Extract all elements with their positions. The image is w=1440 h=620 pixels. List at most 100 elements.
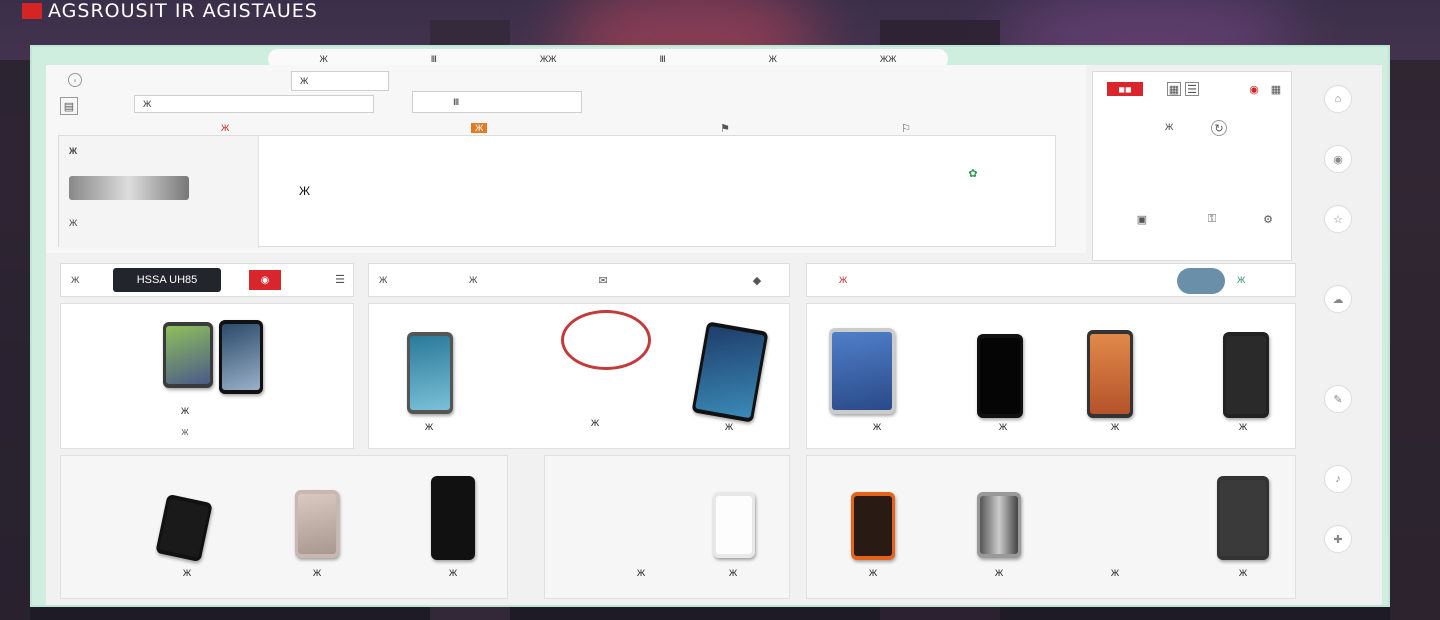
product-image — [219, 320, 263, 394]
top-nav-item[interactable]: Ⅲ — [431, 54, 437, 65]
toolbar-left-label: Ж — [71, 275, 80, 285]
hero-thumb-caption: Ж — [69, 218, 78, 228]
rail-tag-icon[interactable]: ✚ — [1324, 525, 1352, 553]
refresh-icon[interactable]: ↻ — [1211, 120, 1227, 136]
product-card[interactable]: Ж Ж Ж Ж — [806, 455, 1296, 599]
right-detail-panel: ◼◼ ▦ ☰ ◉ ▦ Ж ↻ ▣ ⚿ ⚙ — [1092, 71, 1292, 261]
product-card[interactable]: Ж Ж Ж — [60, 455, 508, 599]
rail-pin-icon[interactable]: ✎ — [1324, 385, 1352, 413]
product-caption: Ж — [1238, 568, 1248, 578]
product-caption: Ж — [590, 418, 600, 428]
right-panel-label: Ж — [1165, 122, 1174, 132]
rail-user-icon[interactable]: ◉ — [1324, 145, 1352, 173]
top-nav-item[interactable]: Ⅲ — [659, 54, 665, 65]
promo-ring — [561, 310, 651, 370]
product-image — [829, 328, 895, 414]
search-input[interactable]: Ж — [291, 71, 389, 91]
app-title: AGSROUSIT IR AGISTAUES — [22, 0, 318, 22]
app-title-text: AGSROUSIT IR AGISTAUES — [48, 0, 318, 22]
toolbar-mid: Ж Ж ✉ ◆ — [368, 263, 790, 297]
share-icon[interactable]: ◉ — [1247, 82, 1261, 96]
product-caption: Ж — [312, 568, 322, 578]
leaf-icon: ✿ — [968, 167, 978, 180]
list-icon[interactable]: ☰ — [1185, 82, 1199, 96]
toolbar-red-icon[interactable]: ◉ — [249, 270, 281, 290]
filter-panel: ◦ Ж ▤ Ж Ⅲ Ж Ж ⚑ ⚐ Ж Ж Ж ✿ — [46, 65, 1086, 253]
product-card[interactable]: Ж Ж Ж — [368, 303, 790, 449]
product-image — [1087, 330, 1133, 418]
top-nav-item[interactable]: ЖЖ — [540, 54, 557, 64]
product-image — [1217, 476, 1269, 560]
product-caption: Ж — [448, 568, 458, 578]
product-image — [407, 332, 453, 414]
lock-icon: ⚿ — [1207, 212, 1217, 225]
product-caption: Ж — [1110, 568, 1120, 578]
product-image — [851, 492, 895, 560]
product-caption: Ж — [724, 422, 734, 432]
hero-thumbnail[interactable] — [69, 176, 189, 200]
product-card[interactable]: Ж Ж — [60, 303, 354, 449]
product-caption: Ж — [636, 568, 646, 578]
product-image — [977, 492, 1021, 558]
top-nav-item[interactable]: ЖЖ — [880, 54, 897, 64]
toolbar-mid-extra: Ж — [469, 275, 478, 285]
hero-header: Ж — [69, 146, 78, 156]
product-caption: Ж — [998, 422, 1008, 432]
filter-pill-a[interactable]: Ж — [221, 123, 229, 133]
product-caption: Ж — [868, 568, 878, 578]
product-image — [155, 493, 213, 563]
product-image — [295, 490, 339, 558]
product-caption: Ж — [180, 406, 190, 416]
brand-filter[interactable]: Ⅲ — [412, 91, 582, 113]
product-caption: Ж — [872, 422, 882, 432]
brand-logo-icon — [22, 3, 42, 19]
image-icon: ▣ — [1136, 213, 1148, 226]
category-select[interactable]: Ж — [134, 95, 374, 113]
rail-bell-icon[interactable]: ♪ — [1324, 465, 1352, 493]
apps-icon[interactable]: ▦ — [1269, 82, 1283, 96]
product-card[interactable]: Ж Ж — [544, 455, 790, 599]
product-caption: Ж — [1110, 422, 1120, 432]
grid-icon[interactable]: ▦ — [1167, 82, 1181, 96]
product-image — [163, 322, 213, 388]
toolbar-mid-label: Ж — [379, 275, 388, 285]
app-frame: Ж Ⅲ ЖЖ Ⅲ Ж ЖЖ ◦ Ж ▤ Ж Ⅲ Ж Ж ⚑ ⚐ Ж Ж Ж ✿ … — [30, 45, 1390, 607]
product-subcaption: Ж — [181, 428, 189, 437]
product-caption: Ж — [182, 568, 192, 578]
rail-star-icon[interactable]: ☆ — [1324, 205, 1352, 233]
bookmark-icon[interactable]: ⚐ — [896, 121, 916, 135]
rail-cloud-icon[interactable]: ☁ — [1324, 285, 1352, 313]
hero-thumb-column: Ж Ж — [59, 136, 259, 248]
product-image — [431, 476, 475, 560]
rail-home-icon[interactable]: ⌂ — [1324, 85, 1352, 113]
toolbar-right-text: Ж — [1237, 275, 1246, 285]
pin-icon[interactable]: ◆ — [749, 272, 765, 288]
settings-icon[interactable]: ⚙ — [1259, 212, 1277, 226]
product-image — [691, 321, 769, 423]
toolbar-right: Ж Ж — [806, 263, 1296, 297]
hero-body-text: Ж — [299, 184, 311, 198]
product-caption: Ж — [1238, 422, 1248, 432]
toolbar-left: Ж HSSA UH85 ◉ ☰ — [60, 263, 354, 297]
menu-icon[interactable]: ▤ — [60, 97, 78, 115]
product-image — [977, 334, 1023, 418]
filter-icon[interactable]: ☰ — [333, 272, 347, 286]
product-caption: Ж — [994, 568, 1004, 578]
product-image — [713, 492, 755, 558]
hssa-button[interactable]: HSSA UH85 — [113, 268, 221, 292]
product-card[interactable]: Ж Ж Ж Ж — [806, 303, 1296, 449]
info-icon[interactable]: ◦ — [68, 73, 82, 87]
filter-pill-b[interactable]: Ж — [471, 123, 488, 133]
toolbar-right-label: Ж — [839, 275, 848, 285]
main-window: ◦ Ж ▤ Ж Ⅲ Ж Ж ⚑ ⚐ Ж Ж Ж ✿ ◼◼ ▦ ☰ ◉ ▦ Ж ↻… — [46, 65, 1382, 605]
top-nav-item[interactable]: Ж — [319, 54, 327, 64]
hero-banner: Ж Ж Ж ✿ — [58, 135, 1056, 248]
red-tag-button[interactable]: ◼◼ — [1107, 82, 1143, 96]
mail-icon[interactable]: ✉ — [595, 272, 611, 288]
product-caption: Ж — [424, 422, 434, 432]
product-caption: Ж — [728, 568, 738, 578]
product-image — [1223, 332, 1269, 418]
toggle-badge[interactable] — [1177, 268, 1225, 294]
side-rail: ⌂ ◉ ☆ ☁ ✎ ♪ ✚ — [1310, 85, 1372, 595]
top-nav-item[interactable]: Ж — [769, 54, 777, 64]
